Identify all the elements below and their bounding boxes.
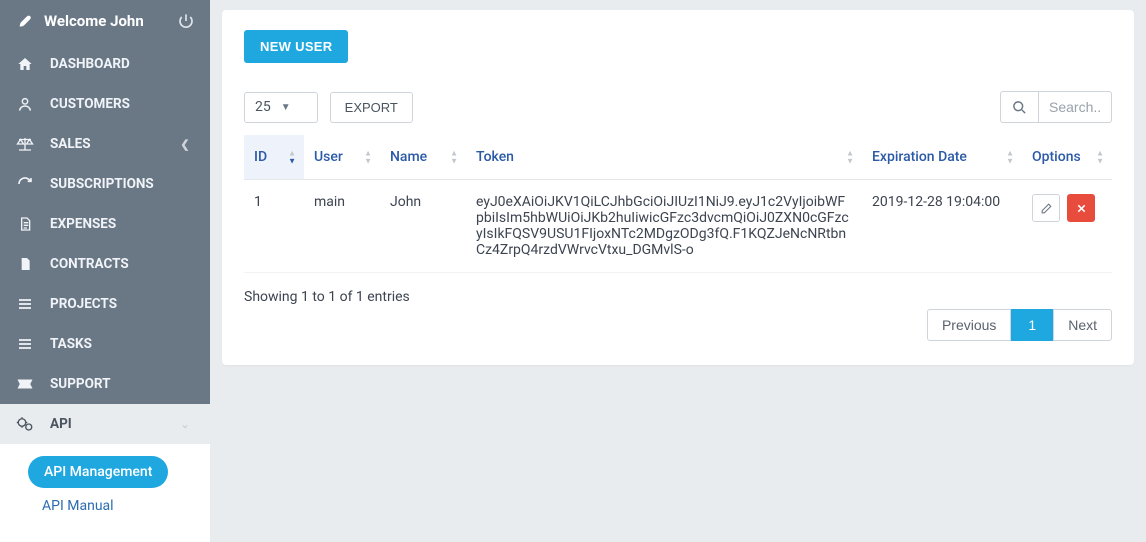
search-input[interactable] <box>1038 91 1112 123</box>
cell-user: main <box>304 180 380 273</box>
sidebar-item-sales[interactable]: SALES ❮ <box>0 124 210 164</box>
user-icon <box>16 96 34 112</box>
sidebar-item-contracts[interactable]: CONTRACTS <box>0 244 210 284</box>
sidebar-item-customers[interactable]: CUSTOMERS <box>0 84 210 124</box>
chevron-left-icon: ❮ <box>176 138 194 151</box>
col-expiration[interactable]: Expiration Date ▲▼ <box>862 135 1022 180</box>
sidebar-item-api[interactable]: API ⌄ <box>0 404 210 444</box>
sort-icon: ▲▼ <box>1096 150 1104 165</box>
page-next[interactable]: Next <box>1053 309 1112 341</box>
col-id[interactable]: ID ▲▼ <box>244 135 304 180</box>
cell-name: John <box>380 180 466 273</box>
sidebar: Welcome John DASHBOARD CUSTOMERS SALES ❮… <box>0 0 210 522</box>
caret-down-icon: ▼ <box>281 102 291 113</box>
sidebar-item-subscriptions[interactable]: SUBSCRIPTIONS <box>0 164 210 204</box>
sidebar-item-label: PROJECTS <box>50 296 194 312</box>
users-table: ID ▲▼ User ▲▼ Name ▲▼ Token ▲▼ <box>244 135 1112 273</box>
sidebar-item-support[interactable]: SUPPORT <box>0 364 210 404</box>
sidebar-item-projects[interactable]: PROJECTS <box>0 284 210 324</box>
page-length-value: 25 <box>255 99 271 115</box>
col-token[interactable]: Token ▲▼ <box>466 135 862 180</box>
sidebar-item-label: CONTRACTS <box>50 256 194 272</box>
page-1[interactable]: 1 <box>1011 309 1053 341</box>
col-user[interactable]: User ▲▼ <box>304 135 380 180</box>
export-button[interactable]: EXPORT <box>330 92 413 123</box>
sidebar-item-label: DASHBOARD <box>50 56 194 72</box>
api-subitems: API Management API Manual <box>0 444 210 542</box>
cell-expiration: 2019-12-28 19:04:00 <box>862 180 1022 273</box>
sort-icon: ▲▼ <box>1006 150 1014 165</box>
sidebar-header: Welcome John <box>0 0 210 44</box>
page-prev[interactable]: Previous <box>927 309 1011 341</box>
cell-token: eyJ0eXAiOiJKV1QiLCJhbGciOiJIUzI1NiJ9.eyJ… <box>466 180 862 273</box>
pagination: Previous 1 Next <box>927 309 1112 341</box>
delete-button[interactable] <box>1067 194 1095 222</box>
document-icon <box>16 256 34 272</box>
cell-id: 1 <box>244 180 304 273</box>
logout-button[interactable] <box>178 13 194 29</box>
sub-item-api-management[interactable]: API Management <box>28 456 168 488</box>
pencil-icon <box>1040 202 1053 215</box>
table-info: Showing 1 to 1 of 1 entries <box>244 289 410 305</box>
main-content: NEW USER 25 ▼ EXPORT <box>210 0 1146 522</box>
close-icon <box>1076 203 1087 214</box>
new-user-button[interactable]: NEW USER <box>244 30 348 63</box>
bars-icon <box>16 337 34 351</box>
document-lines-icon <box>16 216 34 232</box>
sort-icon: ▲▼ <box>364 150 372 165</box>
sidebar-item-dashboard[interactable]: DASHBOARD <box>0 44 210 84</box>
page-length-select[interactable]: 25 ▼ <box>244 92 318 123</box>
sidebar-item-label: SUPPORT <box>50 376 194 392</box>
search-button[interactable] <box>1000 91 1038 123</box>
wrench-icon <box>16 13 34 29</box>
sidebar-item-label: API <box>50 416 160 432</box>
sub-item-api-manual[interactable]: API Manual <box>0 488 210 524</box>
sidebar-item-label: TASKS <box>50 336 194 352</box>
ticket-icon <box>16 377 34 391</box>
home-icon <box>16 56 34 72</box>
sidebar-item-tasks[interactable]: TASKS <box>0 324 210 364</box>
refresh-icon <box>16 176 34 192</box>
sidebar-item-label: CUSTOMERS <box>50 96 194 112</box>
bars-icon <box>16 297 34 311</box>
scales-icon <box>16 136 34 152</box>
data-card: NEW USER 25 ▼ EXPORT <box>222 10 1134 365</box>
sidebar-item-label: EXPENSES <box>50 216 194 232</box>
col-options[interactable]: Options ▲▼ <box>1022 135 1112 180</box>
col-name[interactable]: Name ▲▼ <box>380 135 466 180</box>
sidebar-item-label: SUBSCRIPTIONS <box>50 176 194 192</box>
edit-button[interactable] <box>1032 194 1060 222</box>
search-icon <box>1012 100 1027 115</box>
welcome-text: Welcome John <box>44 12 144 30</box>
chevron-down-icon: ⌄ <box>176 418 194 431</box>
sidebar-item-label: SALES <box>50 136 160 152</box>
sort-icon: ▲▼ <box>288 150 296 165</box>
cogs-icon <box>16 416 34 432</box>
sort-icon: ▲▼ <box>846 150 854 165</box>
table-row: 1 main John eyJ0eXAiOiJKV1QiLCJhbGciOiJI… <box>244 180 1112 273</box>
sidebar-item-expenses[interactable]: EXPENSES <box>0 204 210 244</box>
cell-options <box>1022 180 1112 273</box>
sort-icon: ▲▼ <box>450 150 458 165</box>
